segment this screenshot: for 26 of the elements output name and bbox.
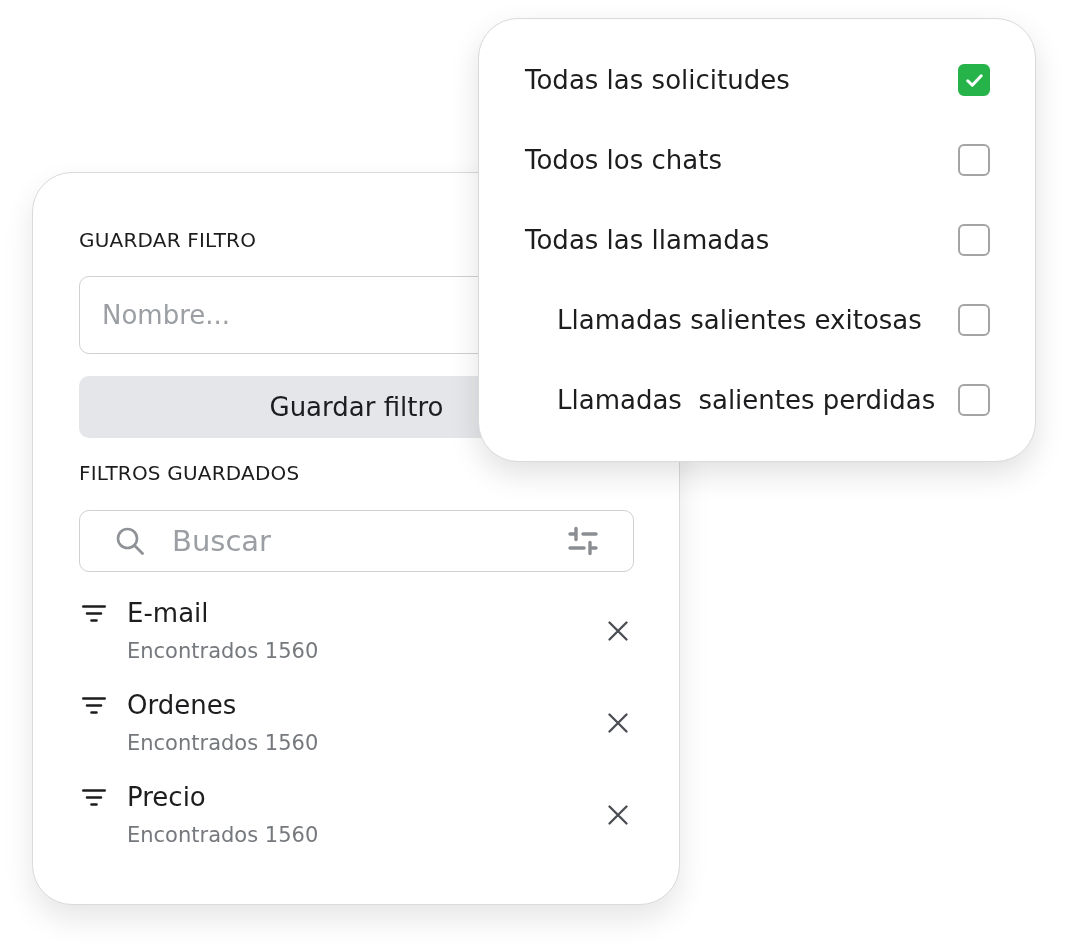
filter-name: Ordenes	[127, 689, 237, 722]
option-label: Todas las solicitudes	[525, 64, 790, 97]
search-field[interactable]: Buscar	[79, 510, 634, 572]
filter-icon	[82, 788, 106, 806]
check-icon	[965, 73, 983, 87]
section-heading: GUARDAR FILTRO	[79, 228, 257, 252]
filter-name: Precio	[127, 781, 206, 814]
checkbox[interactable]	[958, 144, 990, 176]
close-icon[interactable]	[608, 805, 628, 825]
checkbox[interactable]	[958, 304, 990, 336]
checkbox[interactable]	[958, 64, 990, 96]
search-icon	[116, 527, 144, 555]
filter-count: Encontrados 1560	[127, 730, 319, 757]
filter-icon	[82, 696, 106, 714]
checkbox[interactable]	[958, 384, 990, 416]
checkbox[interactable]	[958, 224, 990, 256]
option-label: Todas las llamadas	[525, 224, 770, 257]
filter-count: Encontrados 1560	[127, 822, 319, 849]
filter-count: Encontrados 1560	[127, 638, 319, 665]
filter-name: E-mail	[127, 597, 209, 630]
filter-icon	[82, 604, 106, 622]
close-icon[interactable]	[608, 621, 628, 641]
section-heading: FILTROS GUARDADOS	[79, 461, 300, 485]
option-label: Todos los chats	[525, 144, 722, 177]
close-icon[interactable]	[608, 713, 628, 733]
sliders-icon[interactable]	[568, 525, 598, 557]
